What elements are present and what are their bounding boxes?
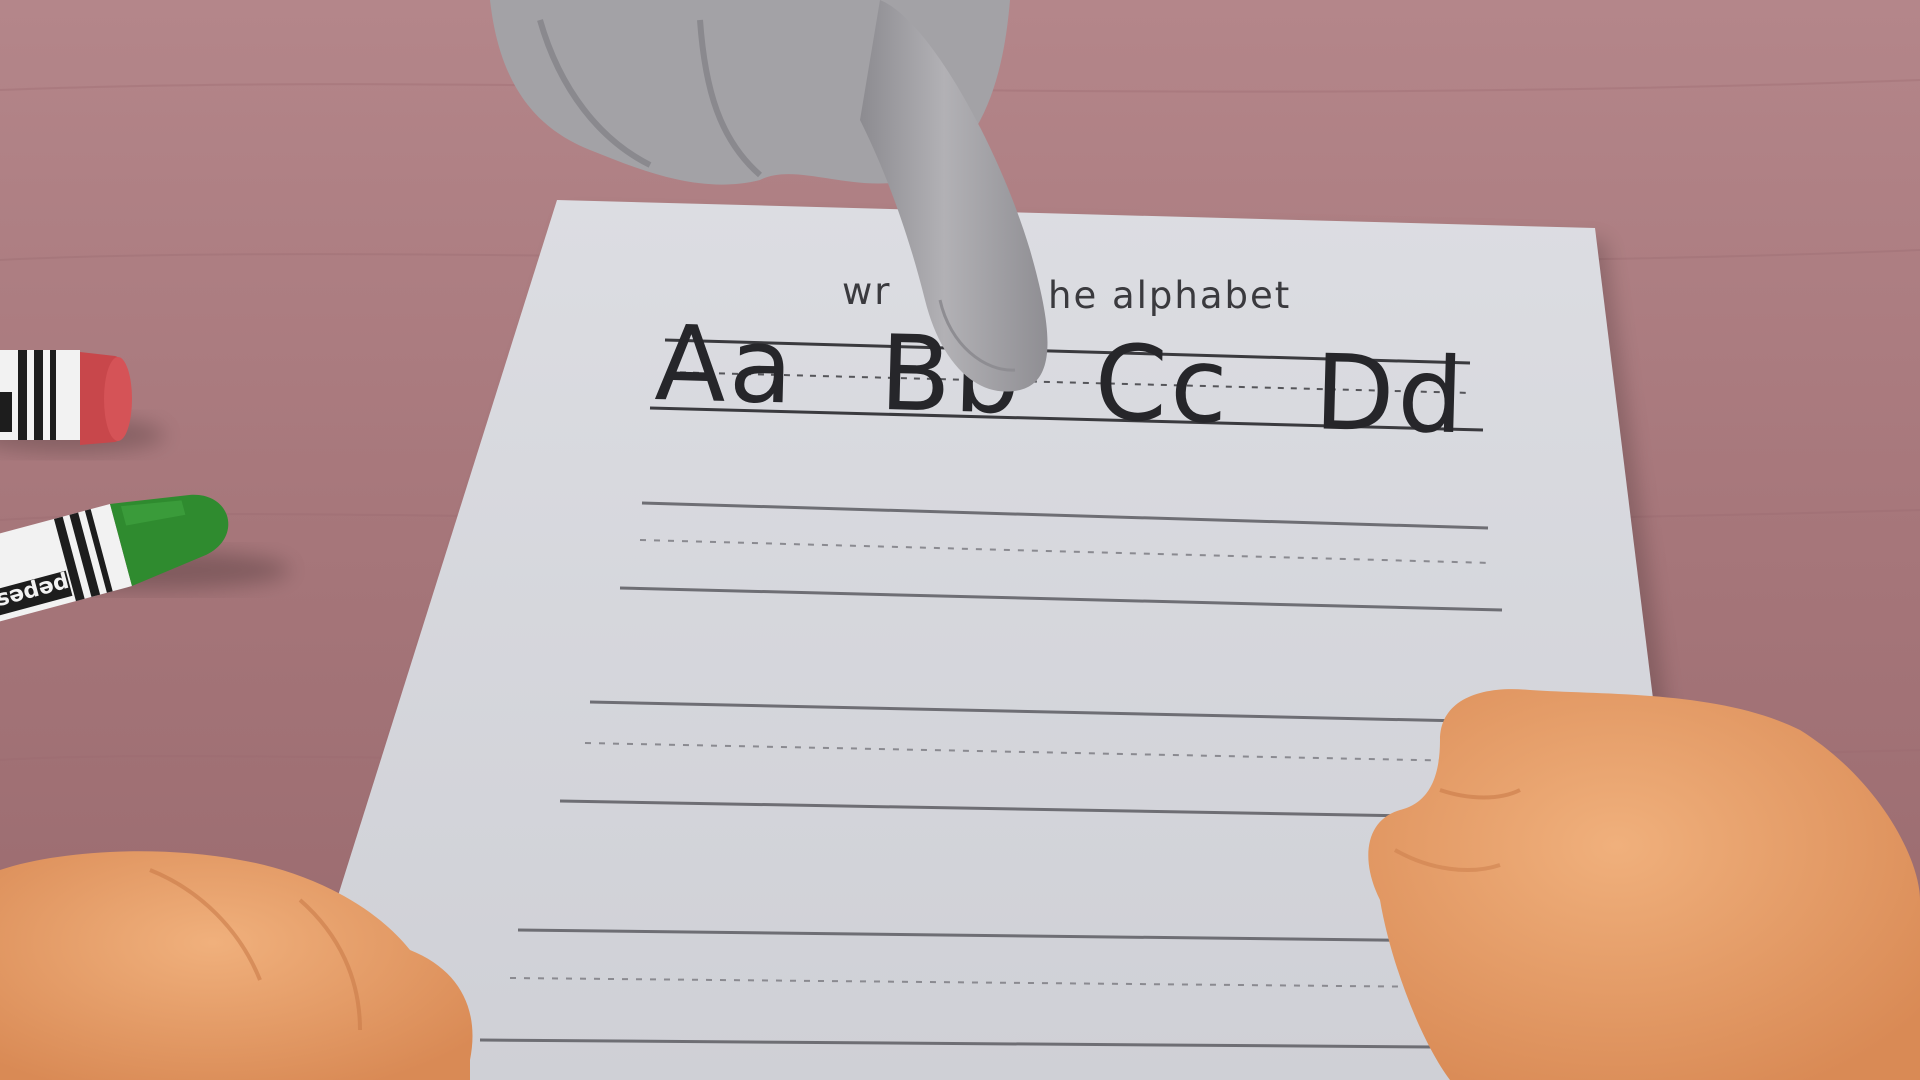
scene: wr he alphabet Aa Bb Cc Dd pepesc — [0, 0, 1920, 1080]
worksheet-caption-right: he alphabet — [1048, 274, 1291, 317]
letter-pair-c: Cc — [1093, 322, 1232, 448]
letter-pair-d: Dd — [1313, 331, 1468, 457]
worksheet-caption-left: wr — [842, 270, 891, 313]
letter-pair-a: Aa — [653, 302, 797, 428]
